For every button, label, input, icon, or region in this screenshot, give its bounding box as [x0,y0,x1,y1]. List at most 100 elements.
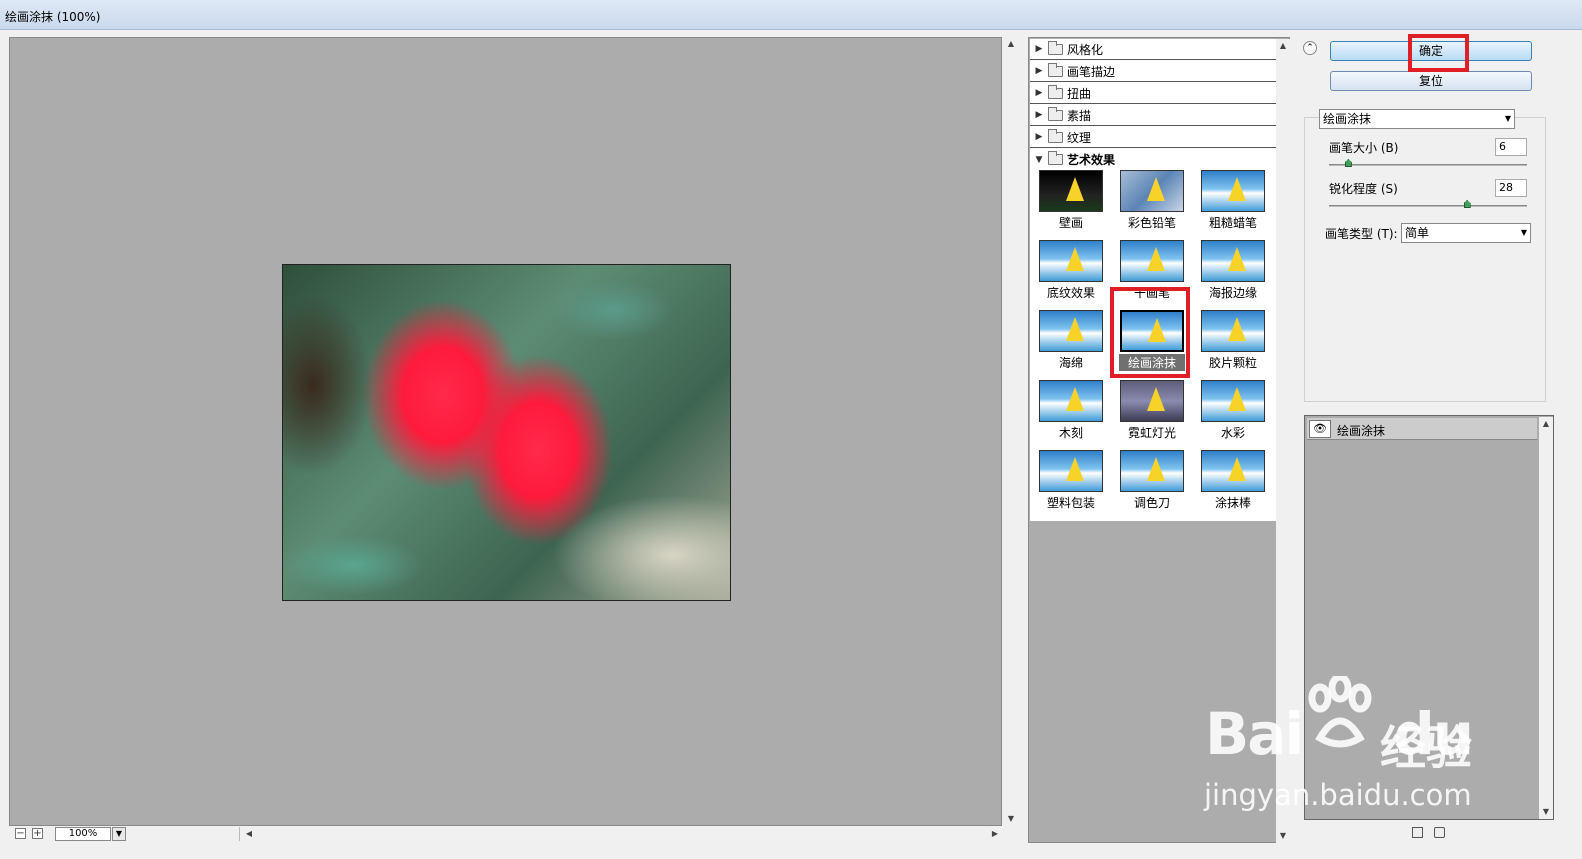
effect-layer-name: 绘画涂抹 [1337,424,1386,438]
filter-thumbnail[interactable]: 壁画 [1038,170,1104,232]
expand-arrow-icon[interactable]: ▶ [1032,132,1046,142]
new-effect-layer-icon[interactable] [1412,827,1423,838]
effect-layer-row[interactable]: 👁 绘画涂抹 [1307,418,1537,440]
brush-type-value: 简单 [1405,226,1430,240]
filter-settings-panel: ⌃ 确定 复位 绘画涂抹 ▼ 画笔大小 (B) 6 锐化程度 (S) 28 画笔… [1292,37,1554,843]
scroll-down-icon[interactable]: ▼ [1539,805,1553,819]
zoom-in-button[interactable]: + [32,828,43,839]
preview-horizontal-scrollbar[interactable]: ◀ ▶ [239,827,1002,841]
sharpness-slider-thumb[interactable] [1463,200,1471,208]
scroll-up-icon[interactable]: ▲ [1004,37,1018,51]
filter-preview-image [1120,380,1184,422]
collapse-arrow-icon[interactable]: ▼ [1032,155,1046,165]
scroll-left-icon[interactable]: ◀ [242,827,256,841]
ok-button[interactable]: 确定 [1330,41,1532,61]
filter-thumbnail[interactable]: 调色刀 [1119,450,1185,512]
filter-thumbnail[interactable]: 底纹效果 [1038,240,1104,302]
reset-button[interactable]: 复位 [1330,71,1532,91]
layers-scrollbar[interactable]: ▲ ▼ [1539,417,1553,819]
expand-arrow-icon[interactable]: ▶ [1032,110,1046,120]
category-row[interactable]: ▶ 素描 [1030,105,1276,126]
preview-canvas[interactable] [9,37,1002,826]
sharpness-slider[interactable] [1329,205,1527,207]
sharpness-label: 锐化程度 (S) [1329,182,1398,196]
filter-thumbnail[interactable]: 绘画涂抹 [1119,310,1185,372]
filter-thumbnail-label: 粗糙蜡笔 [1208,216,1257,230]
filter-thumbnail-label: 水彩 [1220,426,1245,440]
preview-vertical-scrollbar[interactable]: ▲ ▼ [1004,37,1018,826]
filter-preview-image [1039,450,1103,492]
filter-thumbnail[interactable]: 海绵 [1038,310,1104,372]
category-label: 画笔描边 [1067,64,1116,79]
filter-thumbnail[interactable]: 干画笔 [1119,240,1185,302]
filter-thumbnail-label: 海绵 [1058,356,1083,370]
filter-select[interactable]: 绘画涂抹 ▼ [1319,109,1515,129]
window-title: 绘画涂抹 (100%) [5,10,101,24]
filter-thumbnail-label: 底纹效果 [1046,286,1095,300]
filter-preview-image [1201,170,1265,212]
filter-thumbnail[interactable]: 霓虹灯光 [1119,380,1185,442]
zoom-level-field[interactable]: 100% [55,827,111,841]
category-row[interactable]: ▶ 画笔描边 [1030,61,1276,82]
category-row-open[interactable]: ▼ 艺术效果 [1030,149,1276,170]
filter-thumbnail[interactable]: 海报边缘 [1200,240,1266,302]
filter-preview-image [1039,380,1103,422]
filter-thumbnail-label: 海报边缘 [1208,286,1257,300]
collapse-panel-icon[interactable]: ⌃ [1303,41,1317,55]
eye-icon[interactable]: 👁 [1309,420,1331,438]
scroll-right-icon[interactable]: ▶ [988,827,1002,841]
category-row[interactable]: ▶ 纹理 [1030,127,1276,148]
filter-preview-image [1201,450,1265,492]
trash-icon[interactable] [1434,827,1445,838]
filter-preview-image [1120,240,1184,282]
brush-size-slider-thumb[interactable] [1344,159,1352,167]
category-row[interactable]: ▶ 扭曲 [1030,83,1276,104]
filter-thumbnail-label: 壁画 [1058,216,1083,230]
filter-thumbnail-label: 彩色铅笔 [1127,216,1176,230]
filter-thumbnail[interactable]: 彩色铅笔 [1119,170,1185,232]
zoom-out-button[interactable]: − [15,828,26,839]
filter-thumbnail[interactable]: 粗糙蜡笔 [1200,170,1266,232]
brush-size-slider[interactable] [1329,164,1527,166]
scroll-down-icon[interactable]: ▼ [1004,812,1018,826]
category-label: 素描 [1067,108,1092,123]
filter-list-scrollbar[interactable]: ▲ ▼ [1276,39,1290,843]
filter-thumbnail[interactable]: 水彩 [1200,380,1266,442]
chevron-down-icon: ▼ [1520,228,1527,237]
folder-icon [1048,106,1063,121]
filter-thumbnail-label: 绘画涂抹 [1119,354,1185,371]
folder-open-icon [1048,151,1063,165]
filter-thumbnail[interactable]: 塑料包装 [1038,450,1104,512]
filter-thumbnail[interactable]: 胶片颗粒 [1200,310,1266,372]
filter-thumbnail-label: 干画笔 [1133,286,1170,300]
category-row[interactable]: ▶ 风格化 [1030,39,1276,60]
filter-list: ▶ 风格化 ▶ 画笔描边 ▶ 扭曲 ▶ 素描 ▶ 纹理 ▼ 艺术效果 壁画 彩色… [1030,39,1276,521]
expand-arrow-icon[interactable]: ▶ [1032,88,1046,98]
filter-thumbnail[interactable]: 木刻 [1038,380,1104,442]
brush-size-label: 画笔大小 (B) [1329,141,1399,155]
scroll-down-icon[interactable]: ▼ [1276,829,1290,843]
category-label: 纹理 [1067,130,1092,145]
brush-type-label: 画笔类型 (T): [1325,227,1398,241]
preview-zoom-bar: − + 100% ▼ ◀ ▶ [9,826,1002,842]
expand-arrow-icon[interactable]: ▶ [1032,66,1046,76]
filter-options: 绘画涂抹 ▼ 画笔大小 (B) 6 锐化程度 (S) 28 画笔类型 (T): … [1304,109,1546,402]
sharpness-field[interactable]: 28 [1495,179,1527,197]
filter-preview-image [1120,170,1184,212]
filter-thumbnail[interactable]: 涂抹棒 [1200,450,1266,512]
brush-size-field[interactable]: 6 [1495,138,1527,156]
filter-thumbnail-label: 胶片颗粒 [1208,356,1257,370]
chevron-down-icon: ▼ [1504,114,1511,123]
folder-icon [1048,62,1063,77]
category-label: 艺术效果 [1067,153,1116,167]
scroll-up-icon[interactable]: ▲ [1539,417,1553,431]
brush-type-select[interactable]: 简单 ▼ [1401,223,1531,243]
filter-preview-image [1201,380,1265,422]
expand-arrow-icon[interactable]: ▶ [1032,44,1046,54]
filter-preview-image [1120,310,1184,352]
scroll-up-icon[interactable]: ▲ [1276,39,1290,53]
zoom-dropdown-icon[interactable]: ▼ [112,827,126,841]
folder-icon [1048,128,1063,143]
folder-icon [1048,40,1063,55]
filter-preview-image [1201,310,1265,352]
